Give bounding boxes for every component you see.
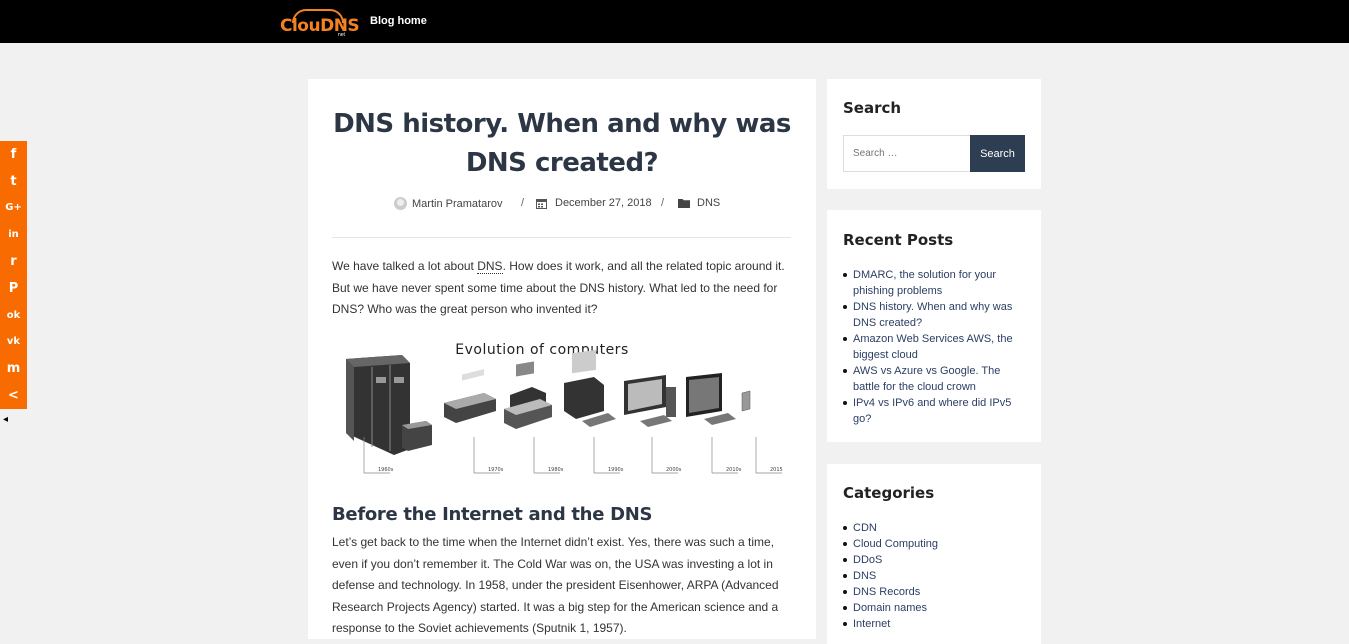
decade-label: 1970s bbox=[488, 467, 504, 473]
category-item-link[interactable]: Domain names bbox=[853, 602, 927, 614]
social-share-bar: f t G+ in r Pok vk m < bbox=[0, 141, 27, 409]
share-google-plus-icon[interactable]: G+ bbox=[0, 195, 27, 222]
category-item: Internet bbox=[843, 616, 1029, 632]
categories-widget: Categories CDN Cloud Computing DDoS DNS DNS … bbox=[827, 464, 1041, 644]
computer-1970s-illustration bbox=[444, 369, 496, 423]
category-link[interactable]: DNS bbox=[697, 197, 720, 209]
recent-post-item: DNS history. When and why was DNS create… bbox=[843, 299, 1029, 331]
search-button[interactable]: Search bbox=[970, 135, 1025, 172]
recent-post-item: Amazon Web Services AWS, the biggest clo… bbox=[843, 331, 1029, 363]
divider bbox=[332, 237, 791, 238]
folder-icon bbox=[678, 199, 690, 208]
nav-blog-home[interactable]: Blog home bbox=[370, 15, 427, 27]
decade-label: 2000s bbox=[666, 467, 682, 473]
category-item: Domain names bbox=[843, 600, 1029, 616]
post-category[interactable]: DNS bbox=[678, 197, 720, 209]
computer-2010s-illustration bbox=[686, 373, 736, 425]
article-card: DNS history. When and why was DNS create… bbox=[308, 79, 816, 639]
recent-post-item-link[interactable]: DMARC, the solution for your phishing pr… bbox=[853, 269, 996, 297]
share-reddit-icon[interactable]: r bbox=[0, 248, 27, 275]
category-item-link[interactable]: DDoS bbox=[853, 554, 882, 566]
recent-posts-widget: Recent Posts DMARC, the solution for you… bbox=[827, 210, 1041, 442]
logo-text: ClouDNS bbox=[280, 16, 360, 36]
decade-label: 2010s bbox=[726, 467, 742, 473]
author-name[interactable]: Martin Pramatarov bbox=[412, 198, 502, 210]
meta-separator: / bbox=[661, 197, 665, 209]
category-item: CDN bbox=[843, 520, 1029, 536]
post-date-text: December 27, 2018 bbox=[555, 197, 652, 209]
search-input[interactable] bbox=[843, 135, 970, 172]
decade-label: 2015 bbox=[770, 467, 783, 473]
share-twitter-icon[interactable]: t bbox=[0, 168, 27, 195]
recent-post-item-link[interactable]: DNS history. When and why was DNS create… bbox=[853, 301, 1012, 329]
section-heading: Before the Internet and the DNS bbox=[332, 504, 653, 525]
meta-separator: / bbox=[521, 197, 525, 209]
category-item-link[interactable]: Internet bbox=[853, 618, 890, 630]
category-item: DNS bbox=[843, 568, 1029, 584]
article-meta: Martin Pramatarov / December 27, 2018 / … bbox=[308, 197, 816, 213]
category-item: Cloud Computing bbox=[843, 536, 1029, 552]
tablet-2015-illustration bbox=[741, 390, 751, 412]
logo-sub: net bbox=[338, 32, 345, 38]
computer-2000s-illustration bbox=[624, 375, 676, 427]
top-navbar: ClouDNS net Blog home bbox=[0, 0, 1349, 43]
category-item-link[interactable]: Cloud Computing bbox=[853, 538, 938, 550]
author[interactable]: Martin Pramatarov bbox=[394, 197, 502, 210]
recent-post-item: AWS vs Azure vs Google. The battle for t… bbox=[843, 363, 1029, 395]
recent-post-item-link[interactable]: Amazon Web Services AWS, the biggest clo… bbox=[853, 333, 1013, 361]
share-facebook-icon[interactable]: f bbox=[0, 141, 27, 168]
dns-link[interactable]: DNS bbox=[477, 259, 503, 274]
intro-paragraph: We have talked a lot about DNS. How does… bbox=[332, 259, 785, 316]
computer-1980s-illustration bbox=[504, 361, 552, 429]
recent-post-item: DMARC, the solution for your phishing pr… bbox=[843, 267, 1029, 299]
recent-post-item: IPv4 vs IPv6 and where did IPv5 go? bbox=[843, 395, 1029, 427]
category-item-link[interactable]: DNS bbox=[853, 570, 876, 582]
search-heading: Search bbox=[843, 99, 902, 117]
calendar-icon bbox=[536, 198, 547, 209]
mainframe-illustration bbox=[346, 355, 432, 455]
category-item: DNS Records bbox=[843, 584, 1029, 600]
category-item-link[interactable]: DNS Records bbox=[853, 586, 920, 598]
categories-list: CDN Cloud Computing DDoS DNS DNS Records Doma… bbox=[843, 520, 1029, 632]
share-pinterest-icon[interactable]: P bbox=[0, 275, 27, 302]
decade-label: 1990s bbox=[608, 467, 624, 473]
categories-heading: Categories bbox=[843, 484, 935, 502]
hide-share-icon[interactable]: ◂ bbox=[3, 414, 8, 425]
share-linkedin-icon[interactable]: in bbox=[0, 221, 27, 248]
share-more-icon[interactable]: < bbox=[0, 382, 27, 409]
computer-1990s-illustration bbox=[564, 349, 616, 427]
recent-post-item-link[interactable]: IPv4 vs IPv6 and where did IPv5 go? bbox=[853, 397, 1011, 425]
figure-title: Evolution of computers bbox=[455, 342, 628, 358]
decade-label: 1960s bbox=[378, 467, 394, 473]
share-mix-icon[interactable]: m bbox=[0, 355, 27, 382]
post-date[interactable]: December 27, 2018 bbox=[536, 197, 652, 209]
category-item-link[interactable]: CDN bbox=[853, 522, 877, 534]
search-widget: Search Search bbox=[827, 79, 1041, 189]
recent-posts-heading: Recent Posts bbox=[843, 231, 954, 249]
evolution-of-computers-image: Evolution of computers 1960s 1970s 1980s… bbox=[332, 337, 788, 482]
share-vk-icon[interactable]: vk bbox=[0, 329, 27, 356]
decade-label: 1980s bbox=[548, 467, 564, 473]
recent-posts-list: DMARC, the solution for your phishing pr… bbox=[843, 267, 1029, 427]
share-odnoklassniki-icon[interactable]: ok bbox=[0, 302, 27, 329]
recent-post-item-link[interactable]: AWS vs Azure vs Google. The battle for t… bbox=[853, 365, 1000, 393]
section-paragraph: Let’s get back to the time when the Inte… bbox=[332, 535, 779, 635]
category-item: DDoS bbox=[843, 552, 1029, 568]
article-title: DNS history. When and why was DNS create… bbox=[333, 109, 791, 178]
avatar-icon bbox=[394, 197, 407, 210]
